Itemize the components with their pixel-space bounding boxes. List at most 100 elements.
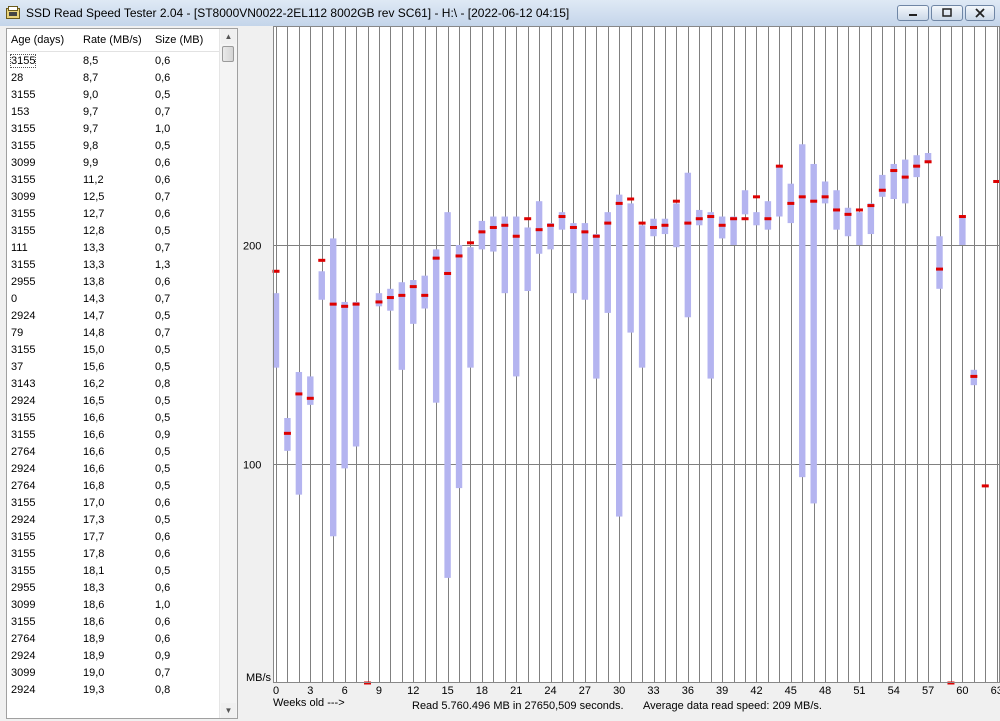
- average-mark: [958, 215, 966, 219]
- list-item[interactable]: 2924 14,7 0,5: [7, 308, 220, 325]
- list-item[interactable]: 153 9,7 0,7: [7, 104, 220, 121]
- list-item[interactable]: 2764 16,6 0,5: [7, 444, 220, 461]
- list-item[interactable]: 3155 11,2 0,6: [7, 172, 220, 189]
- average-mark: [810, 199, 818, 203]
- average-mark: [878, 188, 886, 192]
- vertical-scrollbar[interactable]: ▲ ▼: [219, 29, 237, 718]
- minimize-button[interactable]: [897, 5, 929, 21]
- list-item[interactable]: 3155 12,8 0,5: [7, 223, 220, 240]
- list-item[interactable]: 37 15,6 0,5: [7, 359, 220, 376]
- list-item[interactable]: 2924 16,6 0,5: [7, 461, 220, 478]
- average-mark: [764, 217, 772, 221]
- x-tick-label: 15: [441, 685, 453, 696]
- rate-cell: 14,3: [83, 293, 105, 305]
- age-cell: 2924: [11, 684, 36, 696]
- close-button[interactable]: [965, 5, 995, 21]
- list-item[interactable]: 3155 17,8 0,6: [7, 546, 220, 563]
- range-bar: [455, 245, 463, 489]
- list-item[interactable]: 3155 12,7 0,6: [7, 206, 220, 223]
- range-bar: [387, 288, 394, 311]
- age-cell: 2764: [11, 446, 36, 458]
- list-item[interactable]: 3155 15,0 0,5: [7, 342, 220, 359]
- window-title: SSD Read Speed Tester 2.04 - [ST8000VN00…: [26, 6, 570, 20]
- list-item[interactable]: 3143 16,2 0,8: [7, 376, 220, 393]
- x-tick-label: 57: [922, 685, 934, 696]
- list-item[interactable]: 3155 17,0 0,6: [7, 495, 220, 512]
- list-item[interactable]: 3155 9,8 0,5: [7, 138, 220, 155]
- average-mark: [409, 285, 417, 289]
- age-cell: 79: [11, 327, 24, 339]
- size-cell: 0,9: [155, 429, 171, 441]
- list-item[interactable]: 3099 18,6 1,0: [7, 597, 220, 614]
- age-cell: 3099: [11, 191, 36, 203]
- y-tick-label: 100: [243, 460, 261, 472]
- list-item[interactable]: 111 13,3 0,7: [7, 240, 220, 257]
- column-header-age[interactable]: Age (days): [11, 34, 64, 46]
- list-item[interactable]: 3155 13,3 1,3: [7, 257, 220, 274]
- rate-cell: 16,2: [83, 378, 105, 390]
- list-item[interactable]: 2764 16,8 0,5: [7, 478, 220, 495]
- list-item[interactable]: 3155 8,5 0,6: [7, 53, 220, 70]
- age-cell: 3155: [11, 208, 36, 220]
- range-bar: [753, 212, 760, 226]
- list-item[interactable]: 0 14,3 0,7: [7, 291, 220, 308]
- range-bar: [821, 181, 829, 204]
- range-bar: [570, 223, 577, 294]
- column-header-size[interactable]: Size (MB): [155, 34, 203, 46]
- rate-cell: 8,5: [83, 55, 99, 67]
- list-item[interactable]: 3155 9,0 0,5: [7, 87, 220, 104]
- list-item[interactable]: 2924 16,5 0,5: [7, 393, 220, 410]
- size-cell: 0,6: [155, 157, 171, 169]
- size-cell: 0,6: [155, 208, 171, 220]
- list-item[interactable]: 3099 9,9 0,6: [7, 155, 220, 172]
- list-item[interactable]: 28 8,7 0,6: [7, 70, 220, 87]
- scroll-down-icon[interactable]: ▼: [221, 703, 236, 718]
- list-item[interactable]: 3155 9,7 1,0: [7, 121, 220, 138]
- list-item[interactable]: 2924 19,3 0,8: [7, 682, 220, 699]
- rate-cell: 16,6: [83, 412, 105, 424]
- rate-cell: 9,7: [83, 123, 99, 135]
- size-cell: 0,6: [155, 633, 171, 645]
- maximize-button[interactable]: [931, 5, 963, 21]
- age-cell: 0: [11, 293, 18, 305]
- x-tick-label: 0: [273, 685, 279, 696]
- size-cell: 0,5: [155, 446, 171, 458]
- list-item[interactable]: 3099 19,0 0,7: [7, 665, 220, 682]
- app-icon[interactable]: [6, 6, 20, 19]
- column-header-rate[interactable]: Rate (MB/s): [83, 34, 142, 46]
- list-item[interactable]: 3155 16,6 0,9: [7, 427, 220, 444]
- list-item[interactable]: 3155 18,1 0,5: [7, 563, 220, 580]
- rate-cell: 17,8: [83, 548, 105, 560]
- x-tick-label: 36: [682, 685, 694, 696]
- list-item[interactable]: 3155 16,6 0,5: [7, 410, 220, 427]
- average-mark: [707, 215, 715, 219]
- range-bar: [307, 376, 314, 405]
- x-tick-label: 21: [510, 685, 522, 696]
- scroll-up-icon[interactable]: ▲: [221, 29, 236, 44]
- list-item[interactable]: 2955 13,8 0,6: [7, 274, 220, 291]
- list-item[interactable]: 2924 17,3 0,5: [7, 512, 220, 529]
- size-cell: 0,5: [155, 140, 171, 152]
- age-cell: 3155: [11, 89, 36, 101]
- average-mark: [478, 230, 486, 234]
- average-mark: [341, 304, 349, 308]
- list-item[interactable]: 3155 18,6 0,6: [7, 614, 220, 631]
- scroll-thumb[interactable]: [222, 46, 234, 62]
- range-bar: [776, 166, 783, 217]
- list-item[interactable]: 2924 18,9 0,9: [7, 648, 220, 665]
- x-tick-label: 9: [376, 685, 382, 696]
- rate-cell: 17,3: [83, 514, 105, 526]
- file-list[interactable]: Age (days) Rate (MB/s) Size (MB) 3155 8,5…: [6, 28, 238, 719]
- rate-cell: 13,3: [83, 242, 105, 254]
- list-item[interactable]: 79 14,8 0,7: [7, 325, 220, 342]
- average-mark: [684, 221, 692, 225]
- age-cell: 3155: [11, 412, 36, 424]
- range-bar: [375, 293, 383, 307]
- list-item[interactable]: 3099 12,5 0,7: [7, 189, 220, 206]
- range-bar: [718, 216, 726, 239]
- list-item[interactable]: 2764 18,9 0,6: [7, 631, 220, 648]
- list-item[interactable]: 3155 17,7 0,6: [7, 529, 220, 546]
- average-mark: [890, 169, 898, 173]
- x-tick-label: 18: [476, 685, 488, 696]
- list-item[interactable]: 2955 18,3 0,6: [7, 580, 220, 597]
